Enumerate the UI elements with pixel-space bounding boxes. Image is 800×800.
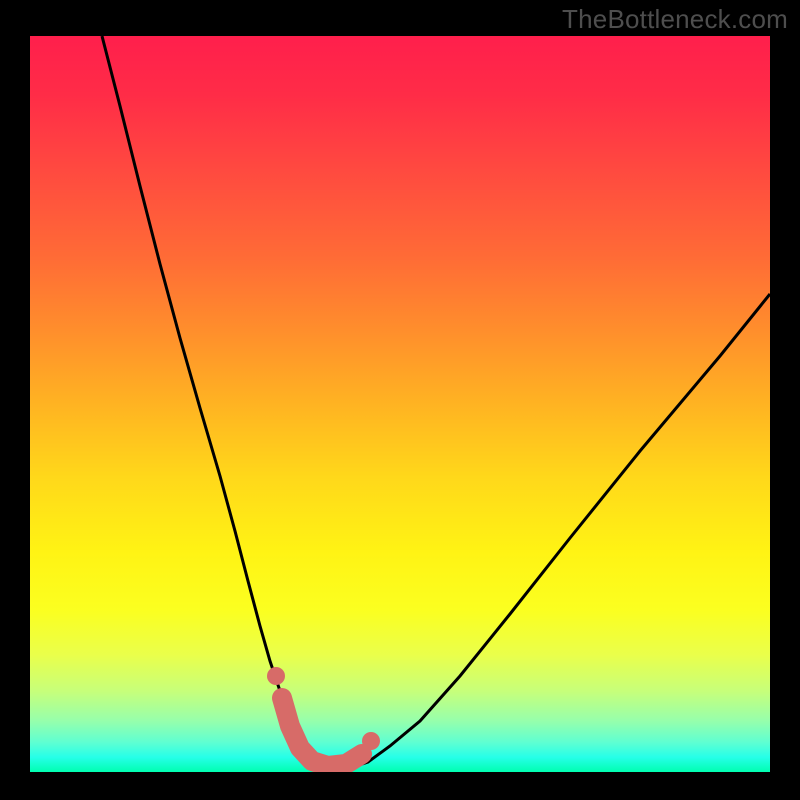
valley-dot-right [362,732,380,750]
chart-frame: TheBottleneck.com [0,0,800,800]
valley-highlight [282,698,362,766]
bottleneck-curve [30,36,770,772]
curve-path [102,36,770,768]
plot-area [30,36,770,772]
valley-dot-left [267,667,285,685]
watermark-text: TheBottleneck.com [562,4,788,35]
